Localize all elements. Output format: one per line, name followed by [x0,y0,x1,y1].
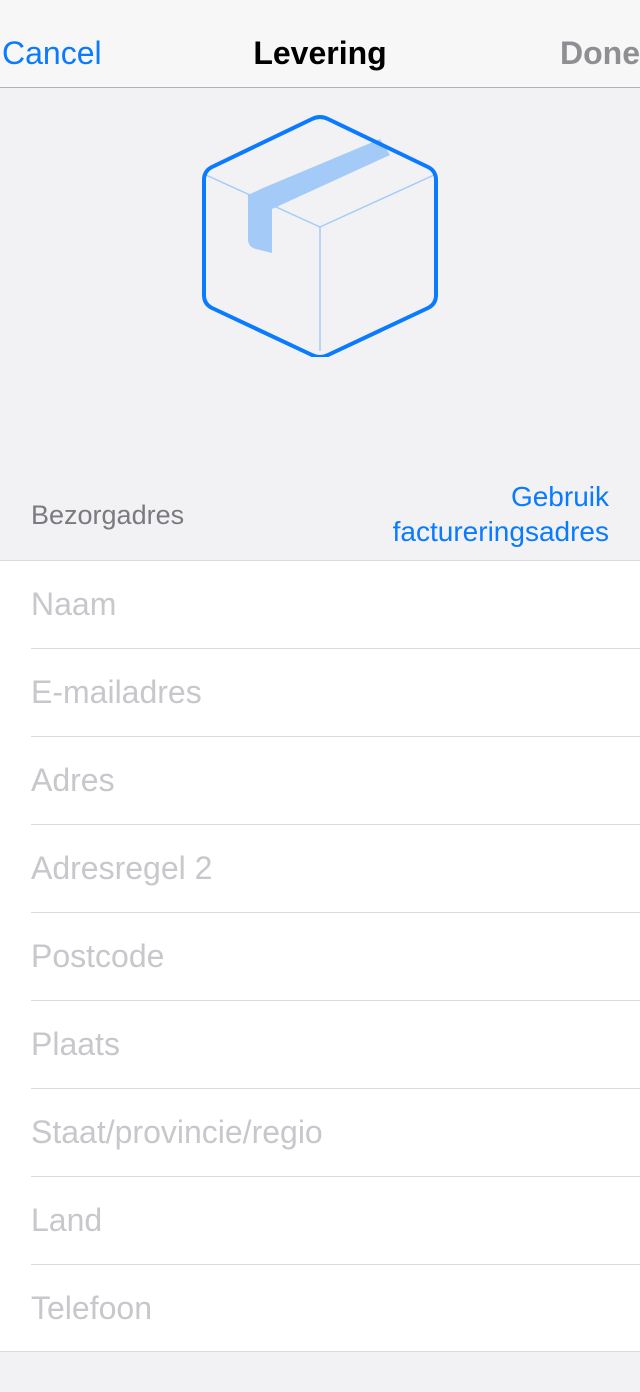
package-box-icon [202,115,438,357]
navigation-bar: Cancel Levering Done [0,0,640,88]
country-field[interactable] [31,1177,611,1264]
field-row [31,737,640,825]
done-button[interactable]: Done [560,33,640,73]
state-field[interactable] [31,1089,611,1176]
shipping-address-form [0,560,640,1352]
name-field[interactable] [31,561,611,648]
section-title: Bezorgadres [31,500,185,530]
email-field[interactable] [31,649,611,736]
field-row [31,1265,640,1353]
address-line2-field[interactable] [31,825,611,912]
phone-field[interactable] [31,1265,611,1352]
field-row [31,1089,640,1177]
cancel-button[interactable]: Cancel [2,33,102,73]
box-tape [248,139,390,253]
box-inner-edges [205,174,435,351]
section-header: Bezorgadres Gebruik factureringsadres [0,470,640,560]
field-row [31,1001,640,1089]
field-row [31,649,640,737]
field-row [31,1177,640,1265]
field-row [31,913,640,1001]
postal-code-field[interactable] [31,913,611,1000]
field-row [31,561,640,649]
shipping-screen: Cancel Levering Done Bezorgadres Gebruik… [0,0,640,1392]
hero-area [0,89,640,469]
city-field[interactable] [31,1001,611,1088]
address-field[interactable] [31,737,611,824]
field-row [31,825,640,913]
use-billing-address-button[interactable]: Gebruik factureringsadres [309,479,609,549]
